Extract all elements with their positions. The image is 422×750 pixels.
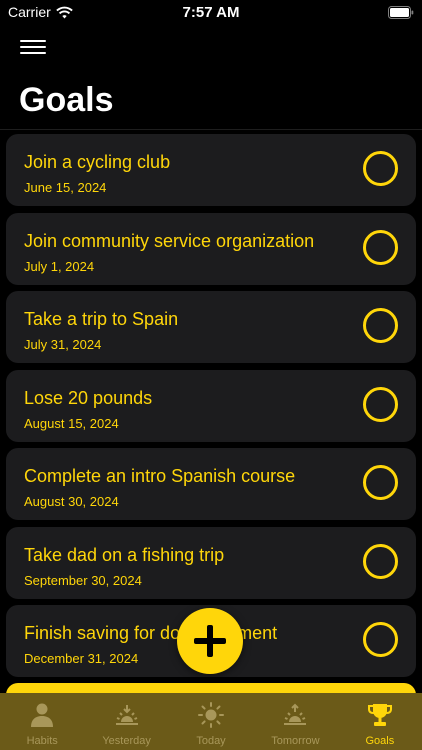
tab-tomorrow[interactable]: Tomorrow	[253, 693, 337, 750]
goal-title: Complete an intro Spanish course	[24, 466, 296, 486]
tab-label: Tomorrow	[271, 735, 320, 747]
tab-today[interactable]: Today	[169, 693, 253, 750]
goal-card[interactable]: Lose 20 pounds August 15, 2024	[6, 370, 416, 442]
page-title: Goals	[19, 81, 114, 119]
complete-checkbox-icon[interactable]	[363, 465, 398, 500]
trophy-icon	[367, 704, 392, 726]
goal-date: July 31, 2024	[24, 337, 102, 352]
complete-checkbox-icon[interactable]	[363, 622, 398, 657]
status-bar: Carrier 7:57 AM	[0, 0, 422, 26]
tab-label: Yesterday	[102, 735, 151, 747]
person-icon	[31, 703, 54, 727]
sunset-icon	[115, 705, 138, 725]
plus-icon	[194, 625, 226, 657]
sunrise-icon	[284, 703, 307, 725]
tab-label: Goals	[365, 735, 395, 747]
tab-label: Today	[196, 735, 226, 747]
goal-card[interactable]: Take dad on a fishing trip September 30,…	[6, 527, 416, 599]
goal-title: Take dad on a fishing trip	[24, 545, 225, 565]
goal-title: Take a trip to Spain	[24, 309, 179, 329]
complete-checkbox-icon[interactable]	[363, 308, 398, 343]
status-time: 7:57 AM	[182, 4, 240, 21]
complete-checkbox-icon[interactable]	[363, 151, 398, 186]
sun-icon	[198, 702, 225, 728]
goal-date: July 1, 2024	[24, 259, 95, 274]
goal-card[interactable]: Complete an intro Spanish course August …	[6, 448, 416, 520]
add-goal-button[interactable]	[177, 608, 243, 674]
hamburger-menu-icon[interactable]	[20, 40, 46, 58]
complete-checkbox-icon[interactable]	[363, 544, 398, 579]
goal-title: Join community service organization	[24, 231, 315, 251]
goal-title: Lose 20 pounds	[24, 388, 153, 408]
goal-date: August 30, 2024	[24, 494, 119, 509]
tab-habits[interactable]: Habits	[0, 693, 84, 750]
tab-label: Habits	[26, 735, 58, 747]
tab-bar: Habits Yesterday Today Tomorrow Goals	[0, 693, 422, 750]
goal-card[interactable]: Join community service organization July…	[6, 213, 416, 285]
goal-date: August 15, 2024	[24, 416, 119, 431]
goal-card[interactable]: Join a cycling club June 15, 2024	[6, 134, 416, 206]
tab-yesterday[interactable]: Yesterday	[84, 693, 168, 750]
tab-goals[interactable]: Goals	[338, 693, 422, 750]
goal-title: Join a cycling club	[24, 152, 171, 172]
goal-date: September 30, 2024	[24, 573, 142, 588]
battery-icon	[388, 6, 414, 19]
complete-checkbox-icon[interactable]	[363, 387, 398, 422]
goal-date: June 15, 2024	[24, 180, 107, 195]
complete-checkbox-icon[interactable]	[363, 230, 398, 265]
goal-date: December 31, 2024	[24, 651, 139, 666]
goal-card[interactable]: Take a trip to Spain July 31, 2024	[6, 291, 416, 363]
